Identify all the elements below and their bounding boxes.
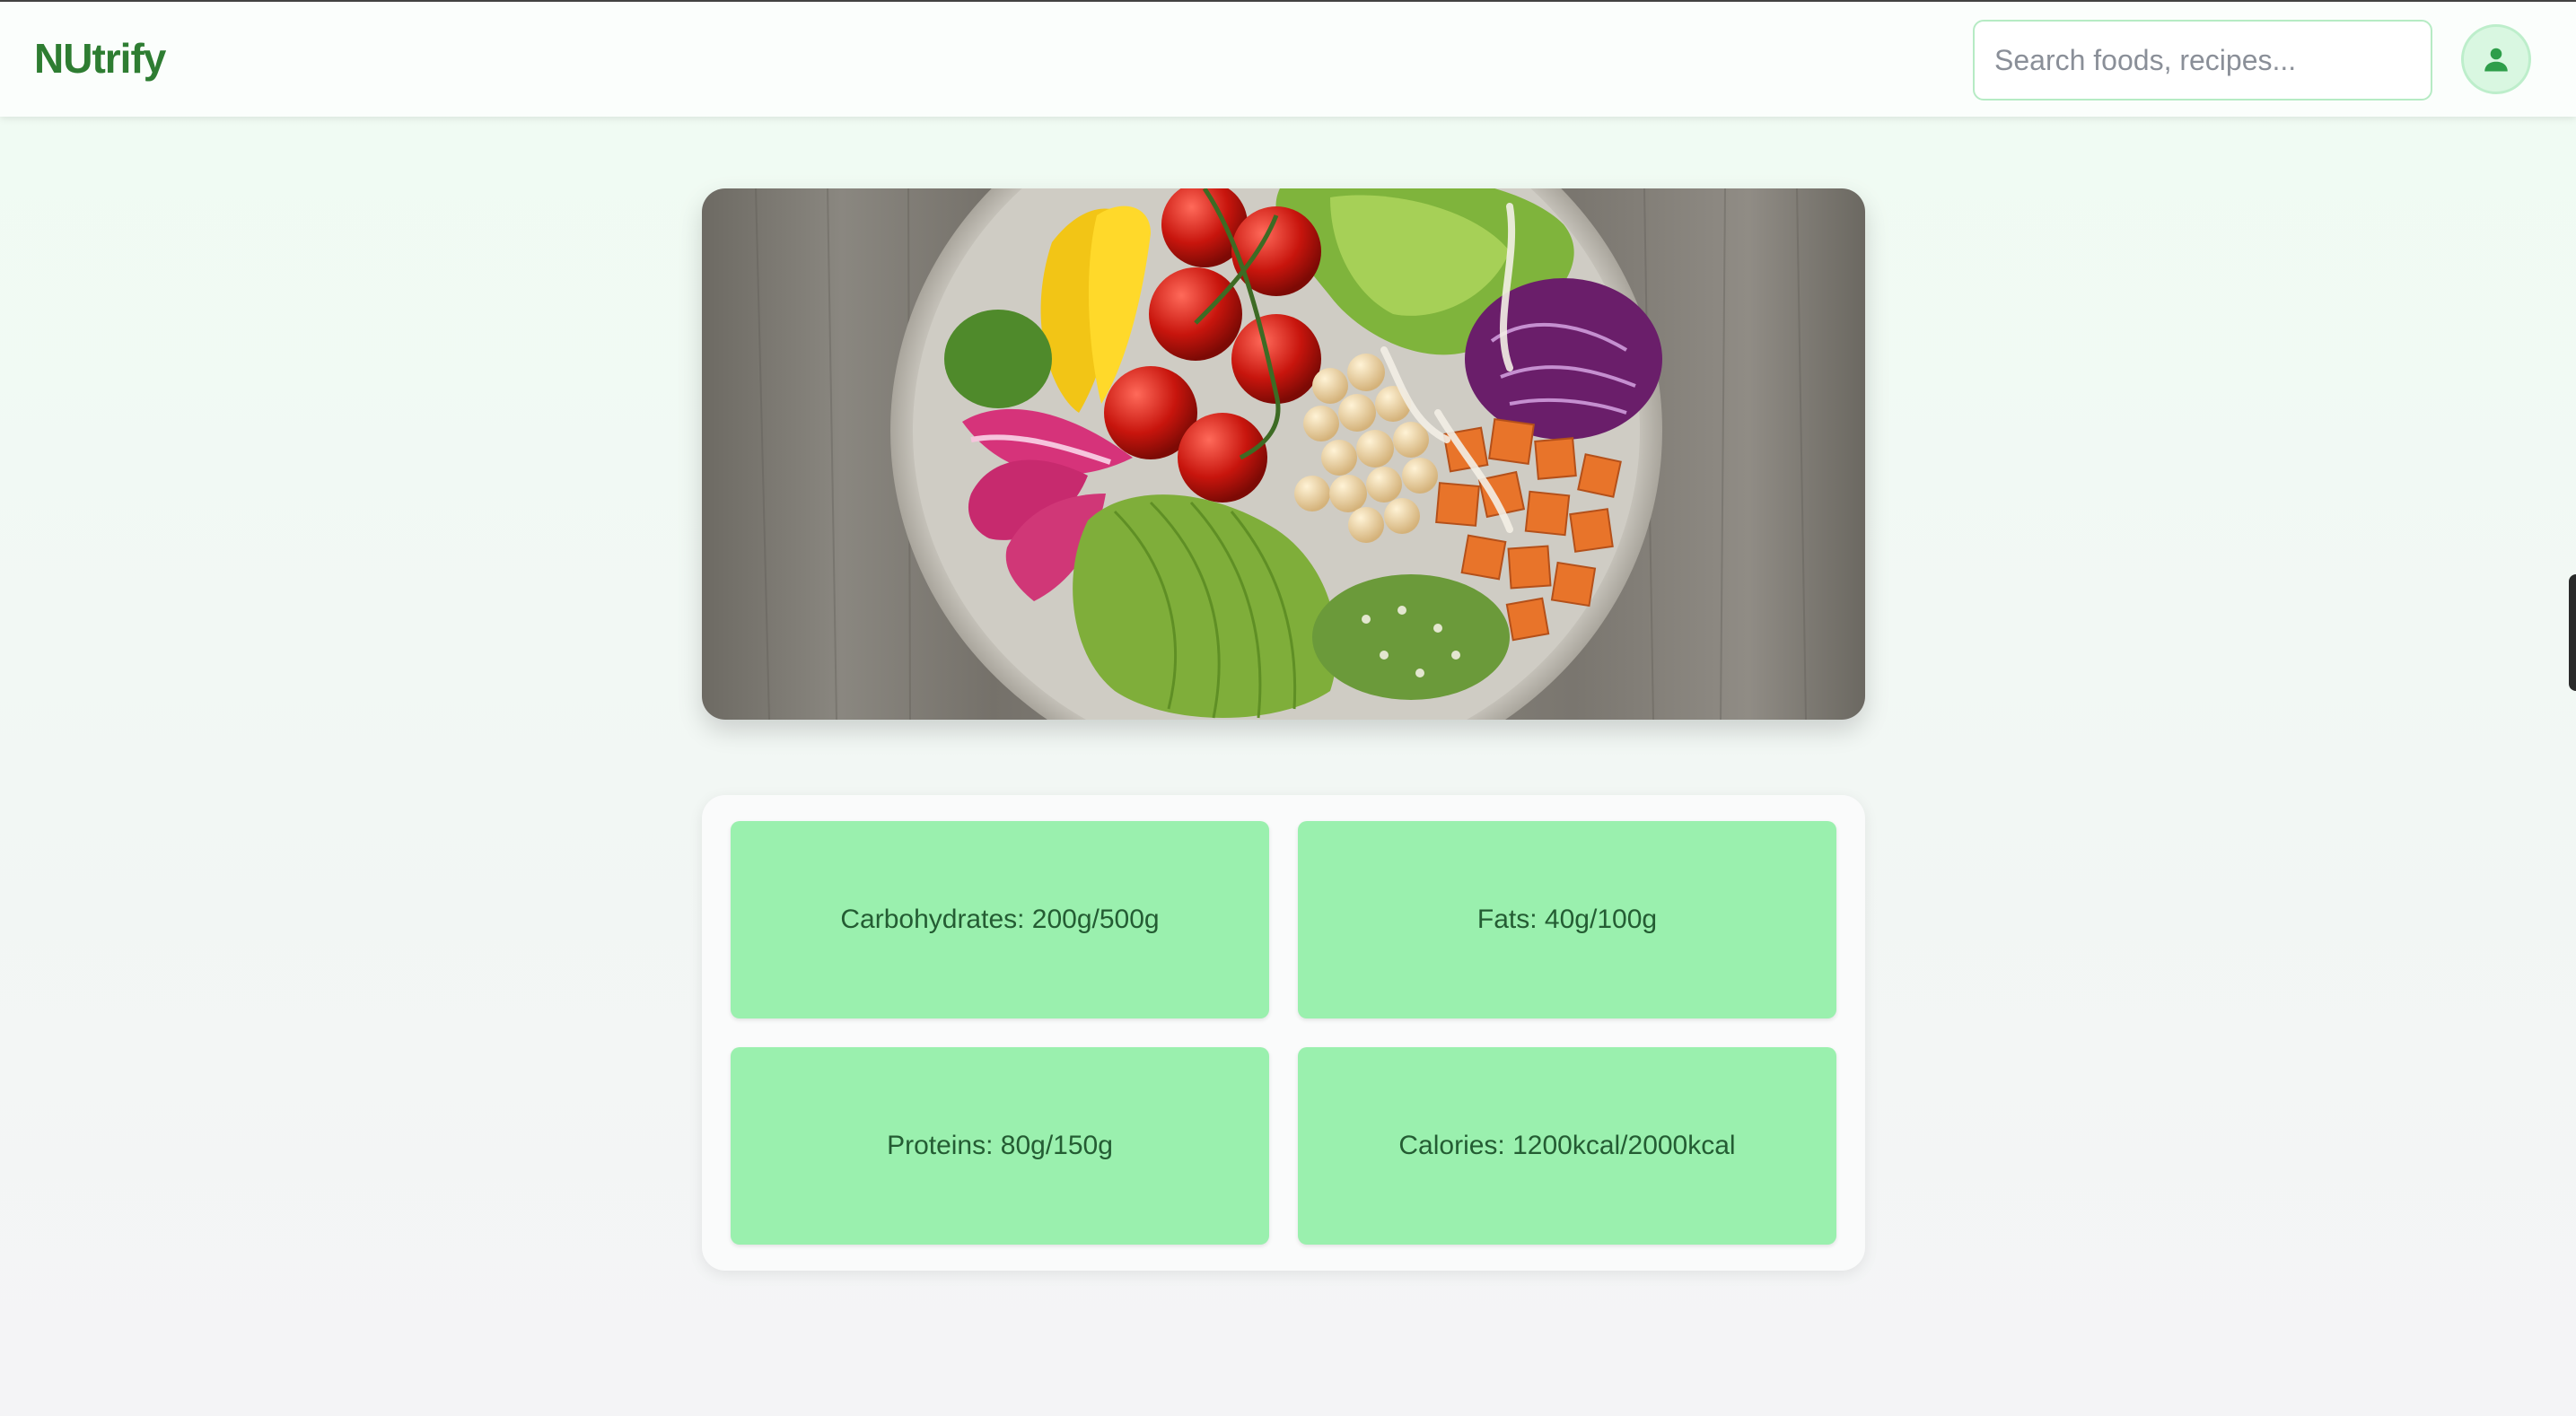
proteins-card[interactable]: Proteins: 80g/150g	[731, 1047, 1269, 1245]
fats-card[interactable]: Fats: 40g/100g	[1298, 821, 1836, 1018]
carbohydrates-card[interactable]: Carbohydrates: 200g/500g	[731, 821, 1269, 1018]
app-logo[interactable]: NUtrify	[34, 34, 166, 83]
user-icon	[2484, 48, 2508, 72]
hero-food-image	[702, 188, 1865, 720]
calories-card[interactable]: Calories: 1200kcal/2000kcal	[1298, 1047, 1836, 1245]
search-input[interactable]	[1973, 20, 2432, 101]
salad-bowl-photo	[702, 188, 1865, 720]
nutrition-summary-panel: Carbohydrates: 200g/500g Fats: 40g/100g …	[702, 795, 1865, 1271]
user-avatar-button[interactable]	[2461, 24, 2531, 94]
window-edge-handle	[2569, 574, 2576, 691]
app-header: NUtrify	[0, 2, 2576, 117]
